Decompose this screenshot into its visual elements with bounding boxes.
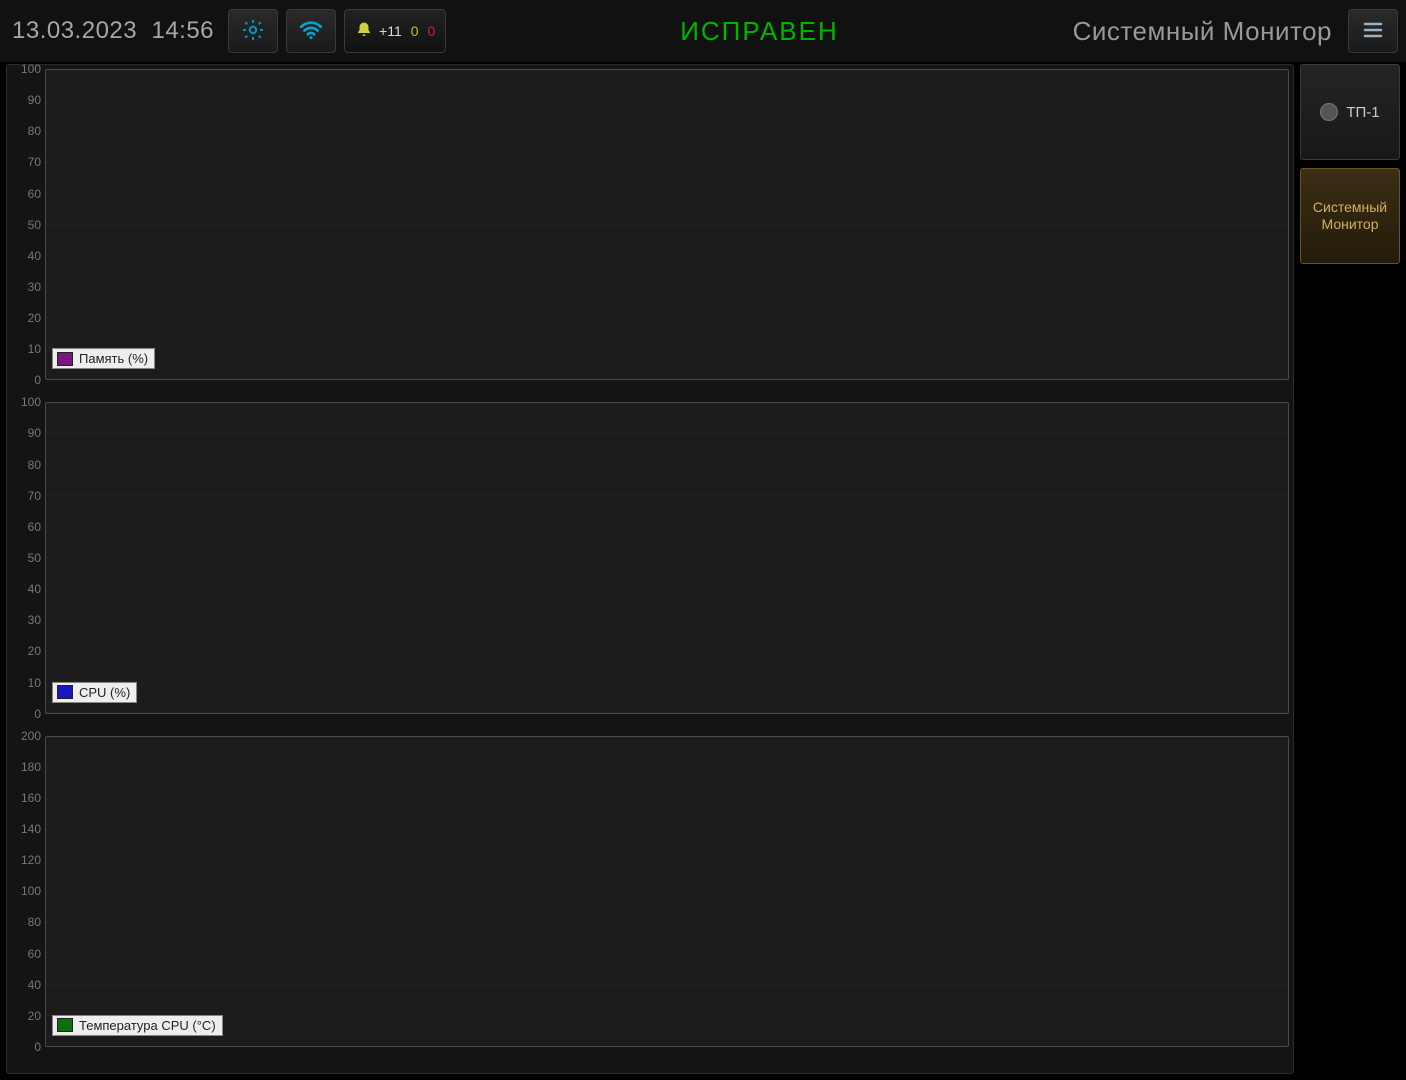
chart-plot[interactable]: Память (%) bbox=[45, 69, 1289, 380]
y-tick-label: 0 bbox=[34, 373, 41, 387]
y-tick-label: 60 bbox=[28, 520, 41, 534]
x-axis: 14:56:4014:57:0014:57:2014:57:4014:58:00 bbox=[45, 380, 1289, 402]
status-dot-icon bbox=[1320, 103, 1338, 121]
legend-label: Температура CPU (°C) bbox=[79, 1018, 216, 1033]
y-tick-label: 20 bbox=[28, 311, 41, 325]
y-tick-label: 80 bbox=[28, 915, 41, 929]
x-axis: 14:56:4014:57:0014:57:2014:57:4014:58:00 bbox=[45, 1047, 1289, 1069]
alert-count-plus: +11 bbox=[379, 23, 402, 39]
y-tick-label: 0 bbox=[34, 707, 41, 721]
legend-swatch bbox=[57, 1018, 73, 1032]
legend-label: CPU (%) bbox=[79, 685, 130, 700]
sidebar-item-tp1[interactable]: ТП-1 bbox=[1300, 64, 1400, 160]
y-tick-label: 90 bbox=[28, 93, 41, 107]
chart-legend[interactable]: CPU (%) bbox=[52, 682, 137, 703]
y-tick-label: 200 bbox=[21, 729, 41, 743]
chart-legend[interactable]: Память (%) bbox=[52, 348, 155, 369]
wifi-icon bbox=[298, 17, 324, 46]
alerts-button[interactable]: +11 0 0 bbox=[344, 9, 446, 53]
y-tick-label: 40 bbox=[28, 582, 41, 596]
y-tick-label: 80 bbox=[28, 124, 41, 138]
y-tick-label: 20 bbox=[28, 644, 41, 658]
y-tick-label: 70 bbox=[28, 489, 41, 503]
y-tick-label: 100 bbox=[21, 395, 41, 409]
header-bar: 13.03.2023 14:56 +11 0 0 bbox=[0, 0, 1406, 62]
y-tick-label: 0 bbox=[34, 1040, 41, 1054]
y-tick-label: 80 bbox=[28, 458, 41, 472]
y-tick-label: 160 bbox=[21, 791, 41, 805]
charts-panel: 0102030405060708090100Память (%)14:56:40… bbox=[6, 64, 1294, 1074]
chart-legend[interactable]: Температура CPU (°C) bbox=[52, 1015, 223, 1036]
y-tick-label: 60 bbox=[28, 947, 41, 961]
y-tick-label: 40 bbox=[28, 249, 41, 263]
alert-count-yellow: 0 bbox=[411, 23, 419, 39]
chart-plot[interactable]: Температура CPU (°C) bbox=[45, 736, 1289, 1047]
x-axis: 14:56:4014:57:0014:57:2014:57:4014:58:00 bbox=[45, 714, 1289, 736]
y-tick-label: 90 bbox=[28, 426, 41, 440]
sidebar-item-label: Системный Монитор bbox=[1301, 199, 1399, 234]
y-tick-label: 10 bbox=[28, 342, 41, 356]
y-tick-label: 180 bbox=[21, 760, 41, 774]
y-tick-label: 120 bbox=[21, 853, 41, 867]
wifi-button[interactable] bbox=[286, 9, 336, 53]
y-tick-label: 50 bbox=[28, 551, 41, 565]
y-tick-label: 40 bbox=[28, 978, 41, 992]
hamburger-icon bbox=[1361, 18, 1385, 45]
y-tick-label: 10 bbox=[28, 676, 41, 690]
page-title: Системный Монитор bbox=[1073, 16, 1332, 47]
y-tick-label: 20 bbox=[28, 1009, 41, 1023]
y-tick-label: 30 bbox=[28, 613, 41, 627]
y-tick-label: 30 bbox=[28, 280, 41, 294]
time-text: 14:56 bbox=[151, 17, 214, 44]
system-status: ИСПРАВЕН bbox=[680, 16, 839, 47]
sidebar-item-label: ТП-1 bbox=[1346, 104, 1379, 121]
y-axis: 0102030405060708090100 bbox=[11, 69, 45, 380]
alert-count-red: 0 bbox=[428, 23, 436, 39]
chart-block: 0102030405060708090100CPU (%)14:56:4014:… bbox=[11, 402, 1289, 735]
date-text: 13.03.2023 bbox=[12, 17, 137, 44]
y-tick-label: 70 bbox=[28, 155, 41, 169]
chart-plot[interactable]: CPU (%) bbox=[45, 402, 1289, 713]
menu-button[interactable] bbox=[1348, 9, 1398, 53]
sidebar: ТП-1 Системный Монитор bbox=[1300, 64, 1400, 1074]
sidebar-item-sysmon[interactable]: Системный Монитор bbox=[1300, 168, 1400, 264]
legend-label: Память (%) bbox=[79, 351, 148, 366]
gear-icon bbox=[241, 18, 265, 45]
y-tick-label: 100 bbox=[21, 884, 41, 898]
body-row: 0102030405060708090100Память (%)14:56:40… bbox=[0, 62, 1406, 1080]
datetime-display: 13.03.2023 14:56 bbox=[12, 17, 214, 45]
y-tick-label: 100 bbox=[21, 62, 41, 76]
y-axis: 0102030405060708090100 bbox=[11, 402, 45, 713]
bell-icon bbox=[355, 21, 373, 42]
settings-button[interactable] bbox=[228, 9, 278, 53]
chart-block: 020406080100120140160180200Температура C… bbox=[11, 736, 1289, 1069]
y-axis: 020406080100120140160180200 bbox=[11, 736, 45, 1047]
y-tick-label: 60 bbox=[28, 187, 41, 201]
chart-block: 0102030405060708090100Память (%)14:56:40… bbox=[11, 69, 1289, 402]
legend-swatch bbox=[57, 352, 73, 366]
y-tick-label: 50 bbox=[28, 218, 41, 232]
y-tick-label: 140 bbox=[21, 822, 41, 836]
legend-swatch bbox=[57, 685, 73, 699]
